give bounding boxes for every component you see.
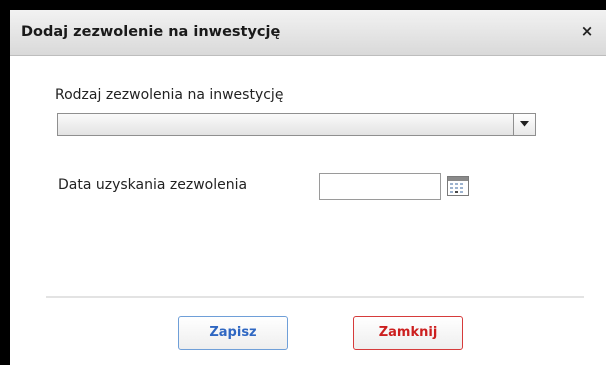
dialog: Dodaj zezwolenie na inwestycję × Rodzaj … [10,10,606,365]
close-button[interactable]: Zamknij [353,316,463,350]
dialog-title: Dodaj zezwolenie na inwestycję [21,24,281,40]
save-button[interactable]: Zapisz [178,316,288,350]
permit-date-label: Data uzyskania zezwolenia [58,177,248,193]
close-icon[interactable]: × [580,23,594,39]
permit-type-select[interactable] [57,113,536,136]
window-frame: Dodaj zezwolenie na inwestycję × Rodzaj … [0,0,606,365]
permit-date-input[interactable] [319,173,441,200]
dropdown-button[interactable] [513,114,535,135]
calendar-icon[interactable] [447,176,469,196]
chevron-down-icon [520,121,529,127]
permit-type-label: Rodzaj zezwolenia na inwestycję [55,87,284,103]
dialog-titlebar: Dodaj zezwolenie na inwestycję × [10,10,606,56]
footer-divider [46,296,584,298]
